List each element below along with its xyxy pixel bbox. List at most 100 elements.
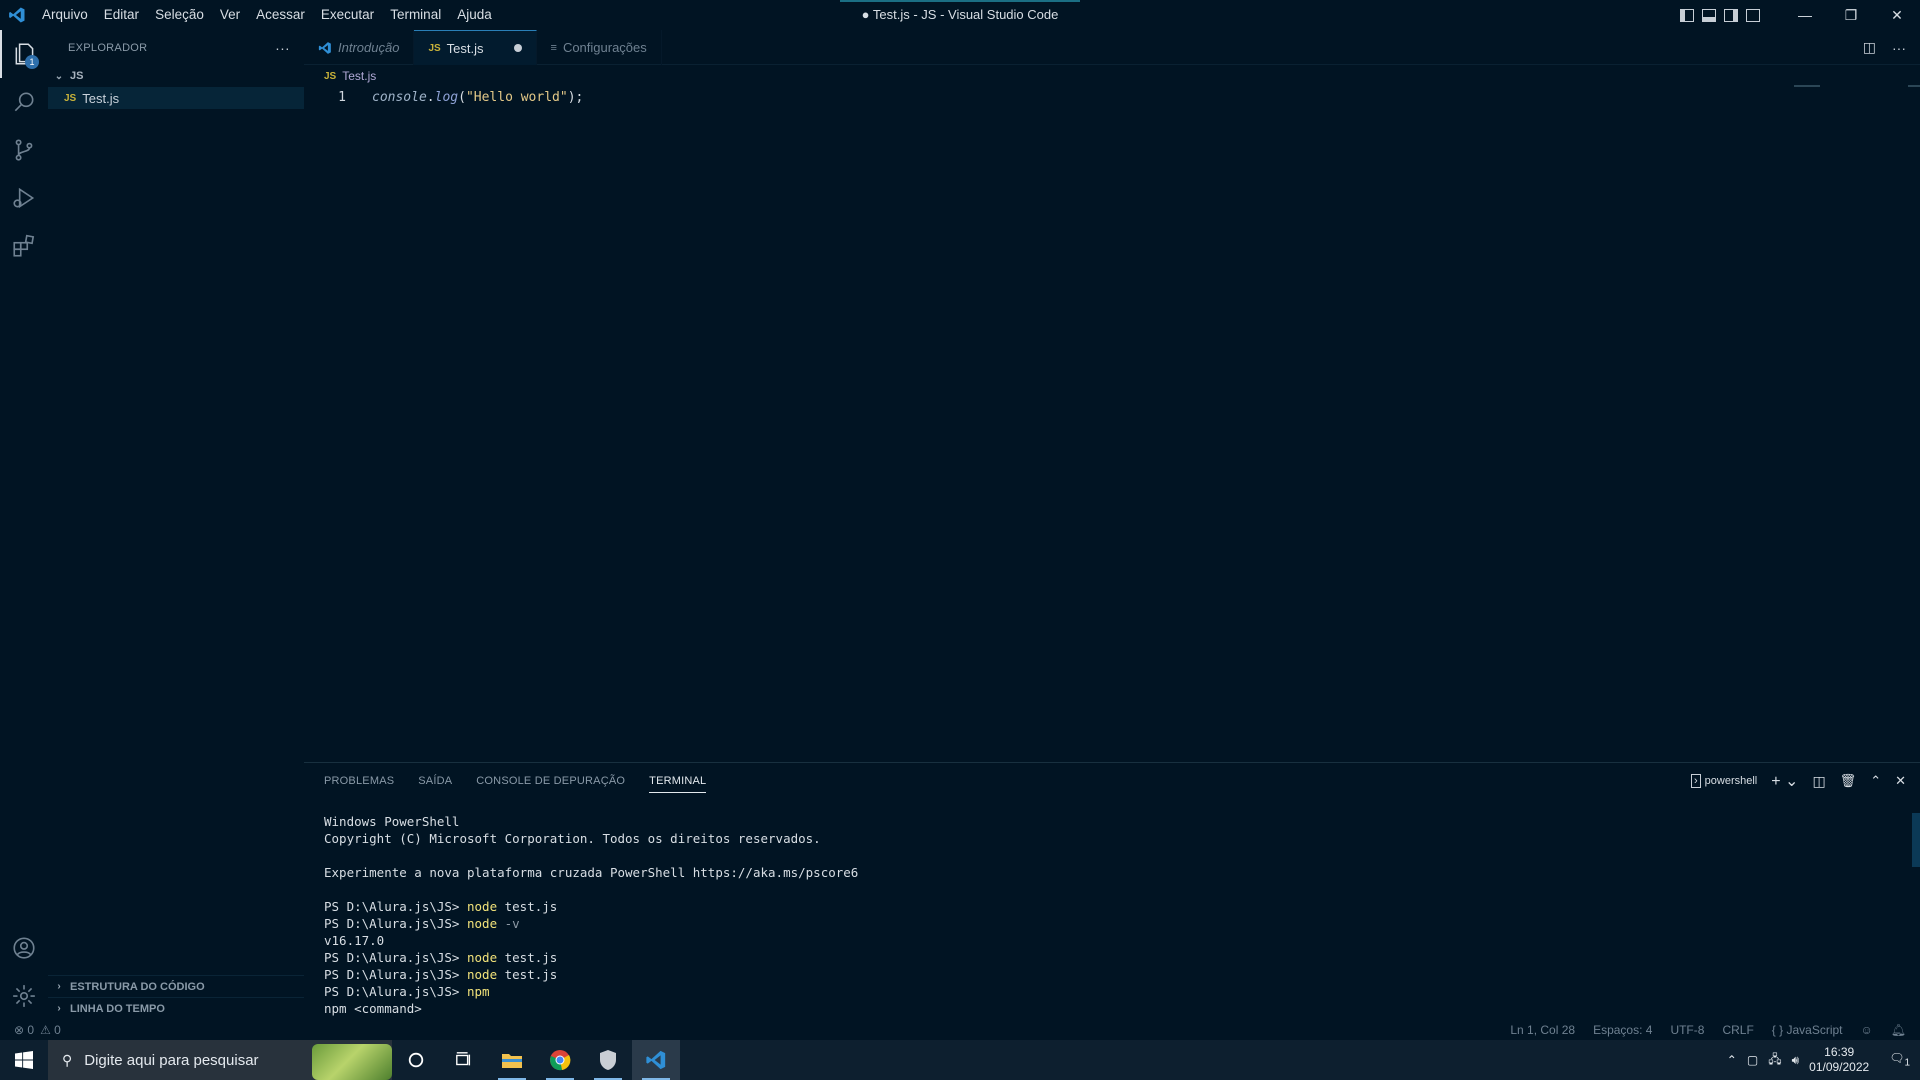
menu-selecao[interactable]: Seleção [147, 0, 212, 30]
windows-taskbar: ⚲ Digite aqui para pesquisar ⌃ ▢ 🖧︎ 🔊︎ 1… [0, 1040, 1920, 1080]
bottom-panel: PROBLEMAS SAÍDA CONSOLE DE DEPURAÇÃO TER… [304, 762, 1920, 1020]
chevron-right-icon: › [57, 981, 61, 992]
chevron-right-icon: › [57, 1003, 61, 1014]
token-dot: . [426, 90, 435, 105]
terminal-prompt: PS D:\Alura.js\JS> [324, 967, 467, 982]
js-file-icon: JS [64, 92, 77, 104]
timeline-label: LINHA DO TEMPO [70, 1002, 165, 1015]
terminal-arg: -v [497, 916, 520, 931]
terminal-scrollbar[interactable] [1912, 813, 1920, 867]
token-close: ); [567, 90, 584, 105]
chrome-icon[interactable] [536, 1040, 584, 1080]
timeline-section[interactable]: › LINHA DO TEMPO [48, 997, 304, 1019]
tab-introducao[interactable]: Introdução [304, 30, 415, 65]
terminal-line: Copyright (C) Microsoft Corporation. Tod… [324, 831, 821, 846]
menu-executar[interactable]: Executar [313, 0, 382, 30]
system-tray: ⌃ ▢ 🖧︎ 🔊︎ 16:39 01/09/2022 🗨︎1 [1727, 1040, 1920, 1080]
menu-terminal[interactable]: Terminal [382, 0, 449, 30]
network-icon[interactable]: 🖧︎ [1768, 1050, 1781, 1071]
feedback-icon[interactable]: ☺ [1861, 1023, 1873, 1037]
encoding[interactable]: UTF-8 [1670, 1023, 1704, 1037]
explorer-more-actions-icon[interactable]: ··· [275, 40, 290, 56]
code-text[interactable]: console.log("Hello world"); [372, 87, 583, 109]
terminal-command: node [467, 899, 498, 914]
source-control-icon[interactable] [0, 126, 48, 174]
minimize-button[interactable]: — [1782, 0, 1828, 30]
unsaved-dot-icon[interactable] [513, 44, 522, 52]
windows-start-icon[interactable] [0, 1040, 48, 1080]
task-view-icon[interactable] [440, 1040, 488, 1080]
terminal-arg: test.js [497, 950, 558, 965]
search-icon: ⚲ [62, 1051, 73, 1068]
layout-controls [1680, 8, 1760, 22]
terminal-command: npm [467, 984, 490, 999]
new-terminal-icon[interactable]: + ⌄ [1771, 771, 1798, 791]
file-label: Test.js [82, 90, 120, 106]
editor-scrollbar[interactable] [1908, 85, 1920, 87]
code-line-1[interactable]: 1 console.log("Hello world"); [304, 87, 1784, 109]
terminal-output[interactable]: Windows PowerShell Copyright (C) Microsof… [304, 799, 1920, 1017]
taskbar-search-box[interactable]: ⚲ Digite aqui para pesquisar [48, 1040, 392, 1080]
language-mode[interactable]: { } JavaScript [1772, 1023, 1843, 1037]
toggle-primary-sidebar-icon[interactable] [1680, 8, 1694, 22]
kill-terminal-icon[interactable]: 🗑 [1840, 773, 1857, 789]
indentation[interactable]: Espaços: 4 [1593, 1023, 1652, 1037]
editor-more-actions-icon[interactable]: ··· [1892, 40, 1906, 56]
cursor-position[interactable]: Ln 1, Col 28 [1510, 1023, 1575, 1037]
search-highlight-image [312, 1044, 392, 1080]
tab-console-depuracao[interactable]: CONSOLE DE DEPURAÇÃO [476, 775, 625, 787]
show-hidden-icons-icon[interactable]: ⌃ [1727, 1053, 1737, 1067]
terminal-line: Experimente a nova plataforma cruzada Po… [324, 865, 859, 880]
tab-saida[interactable]: SAÍDA [418, 775, 452, 787]
split-editor-icon[interactable]: ◫ [1863, 39, 1876, 56]
run-debug-icon[interactable] [0, 174, 48, 222]
maximize-panel-icon[interactable]: ⌃ [1870, 773, 1881, 789]
menu-arquivo[interactable]: Arquivo [34, 0, 96, 30]
clock[interactable]: 16:39 01/09/2022 [1809, 1045, 1869, 1075]
toggle-panel-icon[interactable] [1702, 8, 1716, 22]
meet-now-icon[interactable]: ▢ [1747, 1053, 1758, 1067]
volume-icon[interactable]: 🔊︎ [1792, 1053, 1800, 1068]
file-explorer-icon[interactable] [488, 1040, 536, 1080]
menu-editar[interactable]: Editar [96, 0, 147, 30]
menu-ajuda[interactable]: Ajuda [449, 0, 500, 30]
split-terminal-icon[interactable]: ◫ [1812, 773, 1825, 790]
menu-ver[interactable]: Ver [212, 0, 248, 30]
problems-status[interactable]: ⊗ 0 ⚠ 0 [0, 1023, 61, 1037]
accounts-icon[interactable] [0, 924, 48, 972]
vpn-shield-icon[interactable] [584, 1040, 632, 1080]
extensions-icon[interactable] [0, 222, 48, 270]
manage-gear-icon[interactable] [0, 972, 48, 1020]
tab-test-js[interactable]: JS Test.js [414, 30, 537, 65]
toggle-secondary-sidebar-icon[interactable] [1724, 8, 1738, 22]
panel-tabs: PROBLEMAS SAÍDA CONSOLE DE DEPURAÇÃO TER… [304, 763, 1920, 799]
close-panel-icon[interactable]: ✕ [1895, 773, 1906, 789]
close-button[interactable]: ✕ [1874, 0, 1920, 30]
breadcrumb: JS Test.js [304, 65, 1920, 87]
terminal-shell-selector[interactable]: › powershell [1690, 774, 1758, 788]
tab-problemas[interactable]: PROBLEMAS [324, 775, 394, 787]
action-center-icon[interactable]: 🗨︎1 [1889, 1051, 1910, 1068]
shell-label: powershell [1704, 775, 1758, 787]
breadcrumb-file[interactable]: Test.js [342, 69, 376, 83]
terminal-command: node [467, 967, 498, 982]
vscode-welcome-icon [318, 41, 331, 54]
tab-terminal[interactable]: TERMINAL [649, 775, 707, 793]
cortana-icon[interactable] [392, 1040, 440, 1080]
menu-acessar[interactable]: Acessar [248, 0, 313, 30]
explorer-icon[interactable]: 1 [0, 30, 48, 78]
notification-count: 1 [1904, 1057, 1910, 1069]
search-icon[interactable] [0, 78, 48, 126]
outline-section[interactable]: › ESTRUTURA DO CÓDIGO [48, 975, 304, 997]
end-of-line[interactable]: CRLF [1722, 1023, 1753, 1037]
tab-configuracoes[interactable]: ≡ Configurações [537, 30, 662, 65]
customize-layout-icon[interactable] [1746, 8, 1760, 22]
restore-button[interactable]: ❐ [1828, 0, 1874, 30]
vscode-taskbar-icon[interactable] [632, 1040, 680, 1080]
folder-js[interactable]: ⌄ JS [48, 65, 304, 87]
minimap[interactable] [1794, 85, 1820, 87]
notifications-bell-icon[interactable]: 🔔︎ [1891, 1023, 1906, 1037]
outline-label: ESTRUTURA DO CÓDIGO [70, 980, 205, 993]
file-test-js[interactable]: JS Test.js [48, 87, 304, 109]
